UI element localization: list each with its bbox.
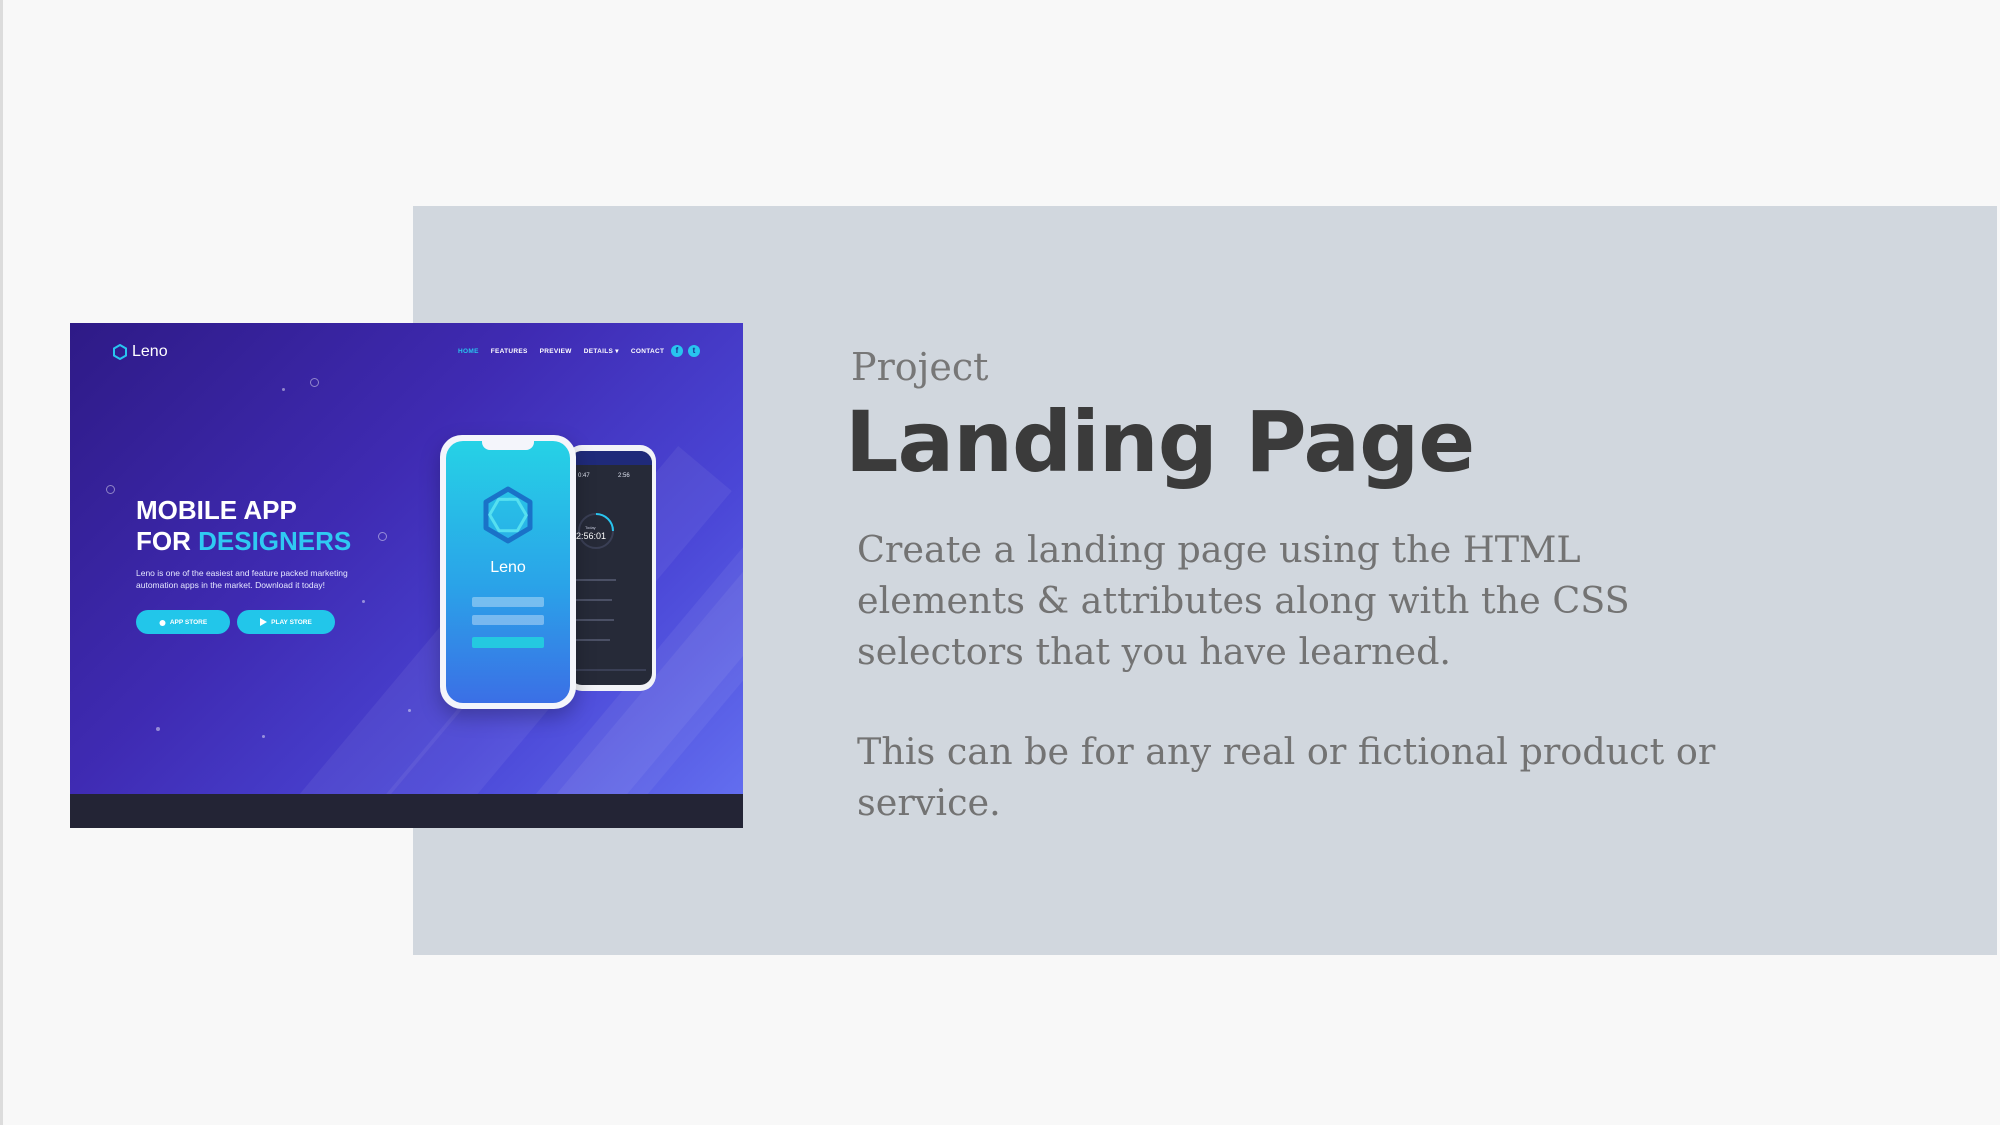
nav-preview: PREVIEW (539, 347, 572, 355)
headline-line-2: FOR DESIGNERS (136, 526, 352, 556)
nav-features: FEATURES (490, 347, 528, 355)
nav-contact: CONTACT (630, 347, 665, 355)
apple-icon (159, 620, 166, 626)
decorative-dot (408, 709, 411, 712)
headline-line-1: MOBILE APP (136, 495, 297, 525)
hexagon-logo-icon (113, 344, 127, 360)
phone-back-header (570, 451, 652, 465)
activity-line (576, 639, 610, 641)
decorative-ring (378, 532, 387, 541)
activity-line (576, 619, 614, 621)
brand-name: Leno (132, 343, 168, 360)
activity-line (576, 599, 612, 601)
page-edge-line (0, 0, 3, 1125)
activity-line (576, 579, 616, 581)
page-title: Landing Page (845, 393, 1475, 491)
twitter-icon: t (688, 345, 700, 357)
description-paragraph-2: This can be for any real or fictional pr… (857, 730, 1716, 824)
decorative-dot (262, 735, 265, 738)
phone-login-button (472, 637, 544, 648)
landing-page-screenshot: Leno HOME FEATURES PREVIEW DETAILS ▾ CON… (70, 323, 743, 828)
section-kicker: Project (851, 345, 989, 389)
phone-app-name: Leno (490, 559, 526, 576)
app-store-button: APP STORE (136, 610, 230, 634)
phone-today-label: Today (585, 525, 596, 530)
play-icon (260, 618, 268, 626)
nav-home: HOME (458, 347, 479, 355)
decorative-ring (106, 485, 115, 494)
phone-username-field (472, 597, 544, 607)
phone-mockup-front: Leno (440, 435, 576, 709)
brand-logo: Leno (112, 343, 168, 361)
phone-mockup-back: 0:47 2:56 Today 2:56:01 (566, 445, 656, 691)
phone-stat-1: 0:47 (578, 473, 590, 479)
screenshot-nav: HOME FEATURES PREVIEW DETAILS ▾ CONTACT (458, 347, 665, 356)
decorative-dot (156, 727, 160, 731)
screenshot-headline: MOBILE APP FOR DESIGNERS (136, 495, 351, 557)
screenshot-footer-bar (70, 794, 743, 828)
phone-front-screen: Leno (446, 441, 570, 703)
headline-accent: DESIGNERS (198, 526, 352, 556)
decorative-ring (310, 378, 319, 387)
app-logo-icon (483, 486, 533, 544)
phone-back-screen: 0:47 2:56 Today 2:56:01 (570, 451, 652, 685)
calendar-row (576, 669, 646, 671)
facebook-icon: f (671, 345, 683, 357)
phone-stat-2: 2:56 (618, 473, 630, 479)
description-paragraph-1: Create a landing page using the HTML ele… (857, 528, 1630, 673)
phone-time: 2:56:01 (576, 531, 607, 541)
decorative-dot (362, 600, 365, 603)
chevron-down-icon: ▾ (615, 348, 619, 355)
phone-notch (482, 441, 534, 450)
play-store-button: PLAY STORE (237, 610, 335, 634)
nav-details: DETAILS ▾ (583, 348, 619, 355)
screenshot-subtext: Leno is one of the easiest and feature p… (136, 568, 348, 590)
phone-password-field (472, 615, 544, 625)
decorative-dot (282, 388, 285, 391)
